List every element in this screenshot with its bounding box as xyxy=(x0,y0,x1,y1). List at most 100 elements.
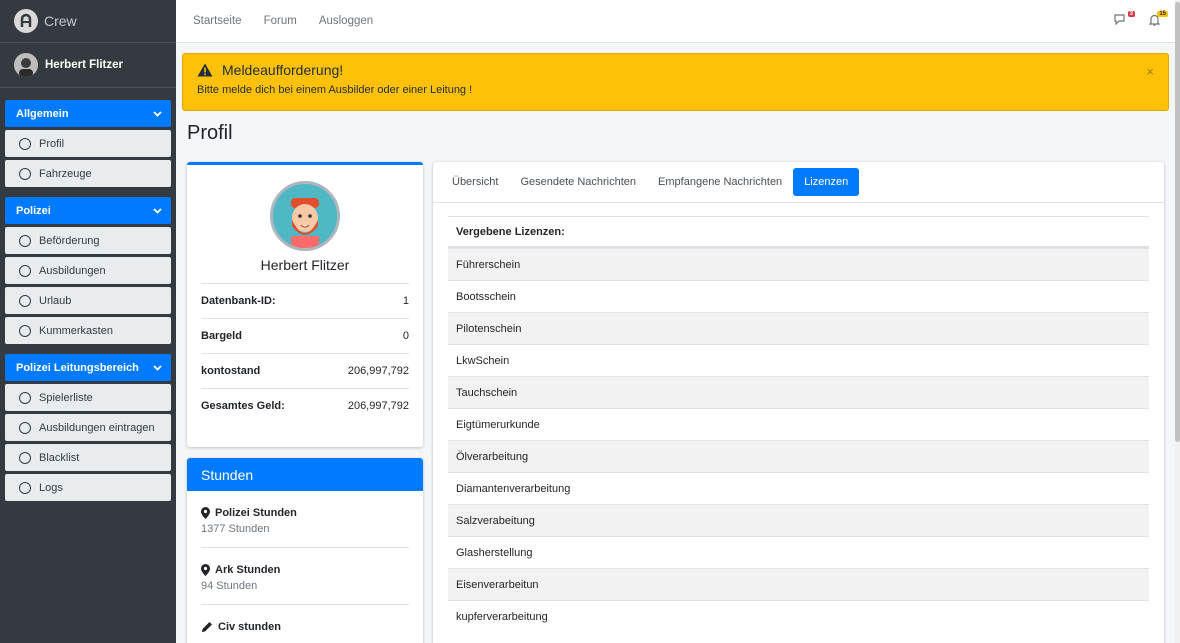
table-row: Bootsschein xyxy=(448,280,1149,312)
tab-empfangene-nachrichten[interactable]: Empfangene Nachrichten xyxy=(647,168,793,196)
table-row: Führerschein xyxy=(448,248,1149,280)
nav-group-label: Polizei Leitungsbereich xyxy=(16,361,139,374)
table-row: Salzverabeitung xyxy=(448,504,1149,536)
sidebar-item-label: Spielerliste xyxy=(39,391,93,404)
circle-icon xyxy=(19,481,31,494)
top-navbar: Startseite Forum Ausloggen 3 15 xyxy=(176,0,1180,43)
sidebar: Crew Herbert Flitzer Allgemein Profil Fa… xyxy=(0,0,176,643)
table-row: LkwSchein xyxy=(448,344,1149,376)
sidebar-item-label: Ausbildungen eintragen xyxy=(39,421,155,434)
sidebar-item-fahrzeuge[interactable]: Fahrzeuge xyxy=(5,160,171,187)
map-marker-icon xyxy=(201,507,210,519)
row-value: 0 xyxy=(402,330,409,342)
notifications-button[interactable]: 15 xyxy=(1148,10,1168,29)
stunden-entry: Civ stunden xyxy=(201,605,409,643)
table-row: Eigtümerurkunde xyxy=(448,408,1149,440)
nav-link-startseite[interactable]: Startseite xyxy=(193,15,242,27)
sidebar-item-kummerkasten[interactable]: Kummerkasten xyxy=(5,317,171,344)
table-row: Glasherstellung xyxy=(448,536,1149,568)
sidebar-item-label: Logs xyxy=(39,481,63,494)
circle-icon xyxy=(19,264,31,277)
alert-text: Bitte melde dich bei einem Ausbilder ode… xyxy=(197,84,473,96)
row-value: 206,997,792 xyxy=(347,365,409,377)
sidebar-item-ausbildungen-eintragen[interactable]: Ausbildungen eintragen xyxy=(5,414,171,441)
profile-row-bargeld: Bargeld 0 xyxy=(201,318,409,353)
nav-group-label: Polizei xyxy=(16,204,51,217)
sidebar-item-profil[interactable]: Profil xyxy=(5,130,171,157)
row-label: kontostand xyxy=(201,365,261,377)
brand[interactable]: Crew xyxy=(0,0,176,43)
tab-gesendete-nachrichten[interactable]: Gesendete Nachrichten xyxy=(509,168,647,196)
stunden-entry: Polizei Stunden 1377 Stunden xyxy=(201,491,409,548)
tab-uebersicht[interactable]: Übersicht xyxy=(441,168,509,196)
sidebar-item-label: Beförderung xyxy=(39,234,100,247)
sidebar-item-blacklist[interactable]: Blacklist xyxy=(5,444,171,471)
nav-link-ausloggen[interactable]: Ausloggen xyxy=(319,15,373,27)
circle-icon xyxy=(19,234,31,247)
row-label: Datenbank-ID: xyxy=(201,295,276,307)
licenses-table: Vergebene Lizenzen: Führerschein Bootssc… xyxy=(448,216,1149,632)
user-name: Herbert Flitzer xyxy=(45,59,123,71)
stunden-card: Stunden Polizei Stunden 1377 Stunden Ark… xyxy=(187,458,423,643)
sidebar-item-label: Urlaub xyxy=(39,294,72,307)
warning-alert: Meldeaufforderung! Bitte melde dich bei … xyxy=(182,53,1169,111)
sidebar-item-label: Kummerkasten xyxy=(39,324,113,337)
messages-button[interactable]: 3 xyxy=(1114,11,1135,28)
table-row: Eisenverarbeitun xyxy=(448,568,1149,600)
comments-icon xyxy=(1114,14,1125,26)
page-scrollbar[interactable] xyxy=(1175,0,1180,643)
profile-name: Herbert Flitzer xyxy=(260,257,350,273)
profile-row-gesamtes-geld: Gesamtes Geld: 206,997,792 xyxy=(201,388,409,423)
scrollbar-thumb[interactable] xyxy=(1175,2,1180,442)
user-panel[interactable]: Herbert Flitzer xyxy=(0,43,176,88)
sidebar-item-urlaub[interactable]: Urlaub xyxy=(5,287,171,314)
row-label: Bargeld xyxy=(201,330,242,342)
sidebar-item-label: Fahrzeuge xyxy=(39,167,92,180)
brand-logo-icon xyxy=(14,9,38,33)
alert-title: Meldeaufforderung! xyxy=(222,62,344,78)
circle-icon xyxy=(19,421,31,434)
nav-group-allgemein[interactable]: Allgemein xyxy=(5,100,171,127)
messages-badge: 3 xyxy=(1127,11,1135,17)
circle-icon xyxy=(19,451,31,464)
nav-group-label: Allgemein xyxy=(16,107,69,120)
licenses-header: Vergebene Lizenzen: xyxy=(448,216,1149,248)
nav-group-polizei-leitungsbereich[interactable]: Polizei Leitungsbereich xyxy=(5,354,171,381)
row-value: 1 xyxy=(402,295,409,307)
sidebar-item-ausbildungen[interactable]: Ausbildungen xyxy=(5,257,171,284)
chevron-down-icon xyxy=(153,207,162,214)
chevron-down-icon xyxy=(153,364,162,371)
brand-name: Crew xyxy=(44,13,77,29)
map-marker-icon xyxy=(201,564,210,576)
sidebar-item-befoerderung[interactable]: Beförderung xyxy=(5,227,171,254)
stunden-value: 1377 Stunden xyxy=(201,523,270,535)
stunden-title: Stunden xyxy=(187,458,423,491)
sidebar-item-spielerliste[interactable]: Spielerliste xyxy=(5,384,171,411)
notifications-badge: 15 xyxy=(1157,10,1168,17)
nav-link-forum[interactable]: Forum xyxy=(264,15,297,27)
tab-lizenzen[interactable]: Lizenzen xyxy=(793,168,860,196)
table-row: Ölverarbeitung xyxy=(448,440,1149,472)
warning-icon xyxy=(197,63,213,77)
profile-row-datenbank-id: Datenbank-ID: 1 xyxy=(201,283,409,318)
tabs-card: Übersicht Gesendete Nachrichten Empfange… xyxy=(433,162,1164,643)
circle-icon xyxy=(19,324,31,337)
nav-group-polizei[interactable]: Polizei xyxy=(5,197,171,224)
table-row: kupferverarbeitung xyxy=(448,600,1149,632)
sidebar-item-logs[interactable]: Logs xyxy=(5,474,171,501)
stunden-label: Polizei Stunden xyxy=(215,507,297,519)
table-row: Diamantenverarbeitung xyxy=(448,472,1149,504)
sidebar-item-label: Ausbildungen xyxy=(39,264,106,277)
avatar xyxy=(14,53,38,77)
stunden-entry: Ark Stunden 94 Stunden xyxy=(201,548,409,605)
row-value: 206,997,792 xyxy=(347,400,409,412)
stunden-value: 94 Stunden xyxy=(201,580,258,592)
circle-icon xyxy=(19,294,31,307)
chevron-down-icon xyxy=(153,110,162,117)
stunden-label: Civ stunden xyxy=(218,621,281,633)
sidebar-nav: Allgemein Profil Fahrzeuge Polizei Beför… xyxy=(0,88,176,501)
circle-icon xyxy=(19,137,31,150)
profile-details: Datenbank-ID: 1 Bargeld 0 kontostand 206,99… xyxy=(201,283,409,423)
table-row: Pilotenschein xyxy=(448,312,1149,344)
close-icon[interactable]: × xyxy=(1146,64,1154,79)
